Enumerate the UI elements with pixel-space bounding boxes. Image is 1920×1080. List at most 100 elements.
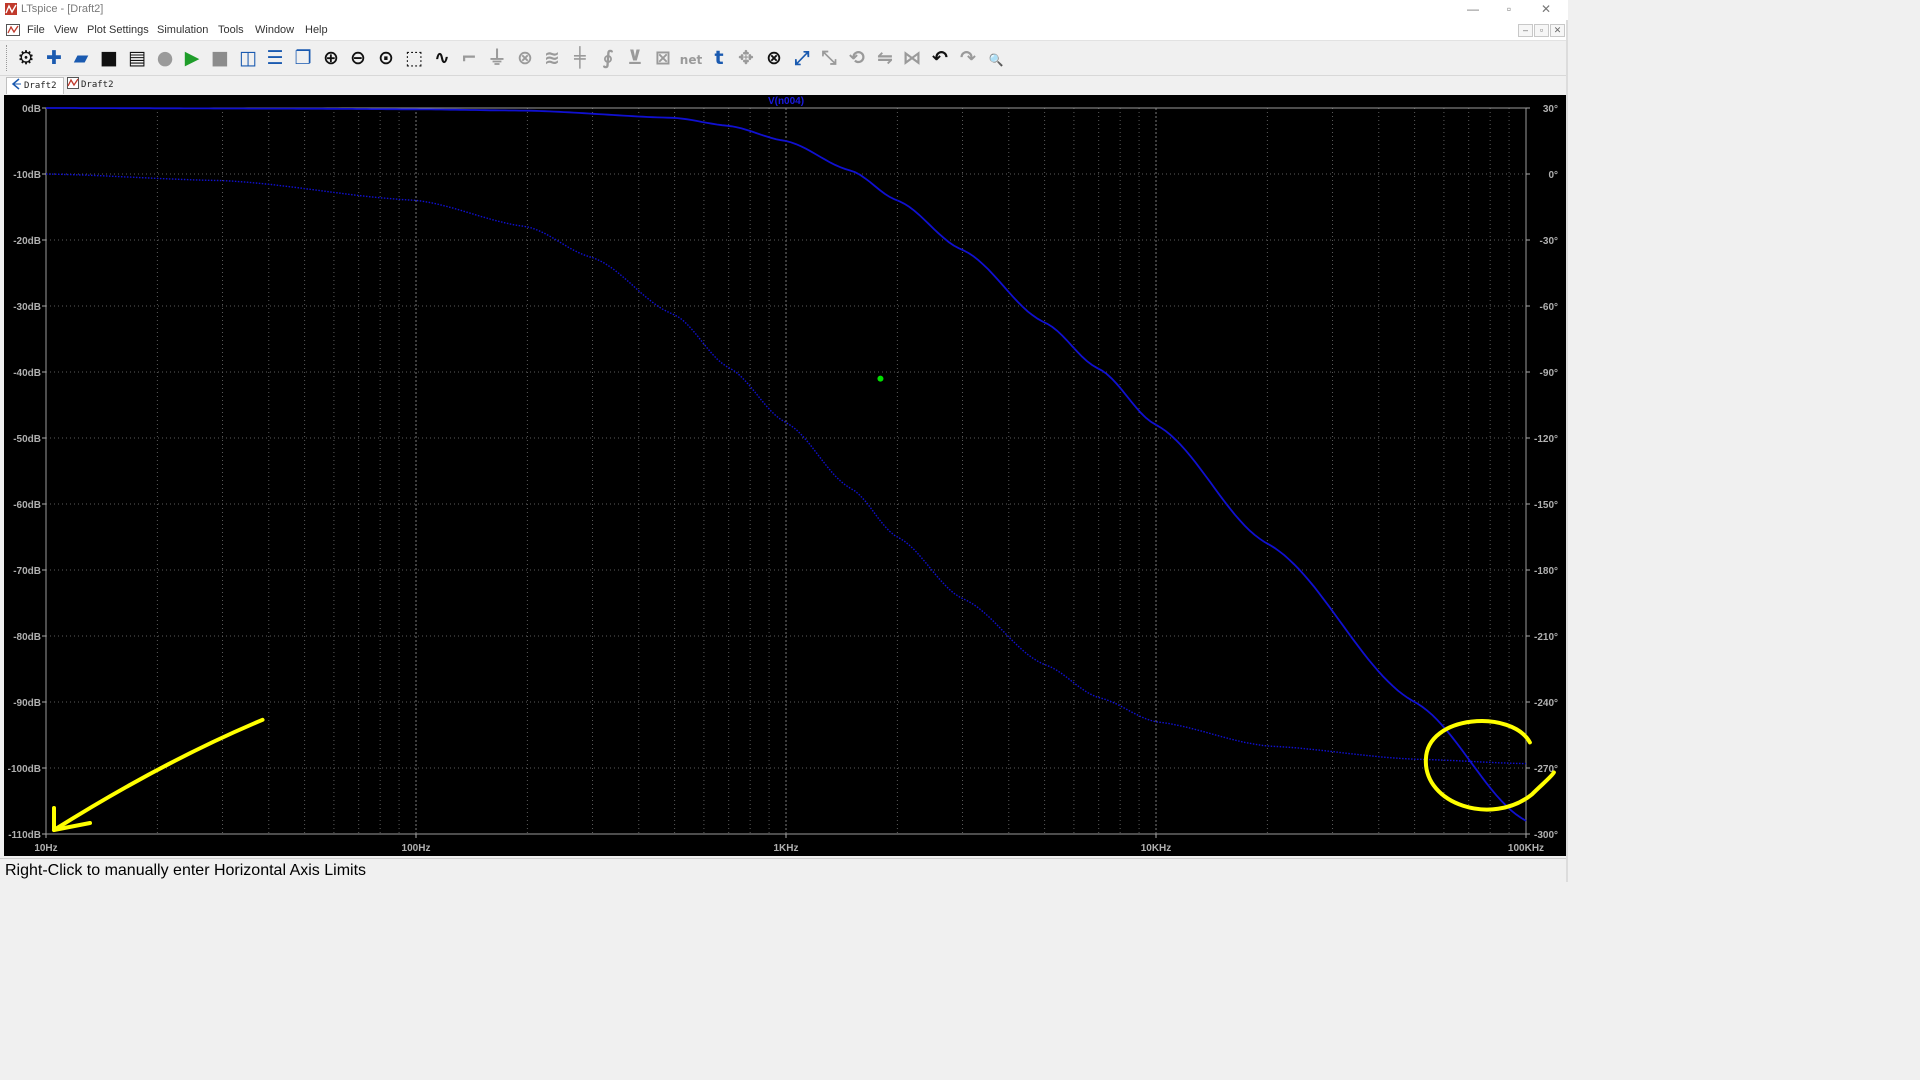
new-schematic-button[interactable]: ✚ <box>41 45 67 71</box>
waveform-button[interactable]: ∿ <box>429 45 455 71</box>
svg-text:🔍: 🔍 <box>988 52 1003 67</box>
net-label-button[interactable]: net <box>678 45 704 71</box>
mirror-button[interactable]: ⇋ <box>872 45 898 71</box>
rotate-button[interactable]: ⟲ <box>844 45 870 71</box>
svg-text:net: net <box>680 53 703 67</box>
inductor-icon: ∮ <box>602 47 613 69</box>
flip-button[interactable]: ⋈ <box>899 45 925 71</box>
svg-text:⚙: ⚙ <box>17 47 34 69</box>
y-tick-label: -90dB <box>13 698 41 709</box>
y-tick-label: -80dB <box>13 632 41 643</box>
find-icon: 🔍 <box>988 52 1003 67</box>
duplicate-button[interactable]: ⤢ <box>789 45 815 71</box>
move-button[interactable]: ✥ <box>733 45 759 71</box>
duplicate-icon: ⤢ <box>794 47 810 69</box>
text-button[interactable]: t <box>706 45 732 71</box>
halt-button[interactable]: ● <box>152 45 178 71</box>
y2-tick-label: -210° <box>1534 632 1558 643</box>
undo-button[interactable]: ↶ <box>927 45 953 71</box>
y-tick-label: -100dB <box>8 764 41 775</box>
tile-horizontal-button[interactable]: ☰ <box>262 45 288 71</box>
svg-text:↶: ↶ <box>932 47 948 69</box>
open-folder-button[interactable]: ▰ <box>68 45 94 71</box>
tab-waveform-draft2[interactable]: Draft2 <box>64 77 124 93</box>
y2-tick-label: 30° <box>1543 104 1558 115</box>
capacitor-button[interactable]: ╪ <box>567 45 593 71</box>
svg-text:■: ■ <box>211 47 229 69</box>
menu-plot-settings[interactable]: Plot Settings <box>87 24 149 36</box>
resistor-icon: ≋ <box>544 47 560 69</box>
menu-file[interactable]: File <box>27 24 45 36</box>
waveform-plot[interactable]: 0dB -10dB -20dB -30dB -40dB -50dB -60dB -70dB -8… <box>4 95 1566 856</box>
waveform-tab-icon <box>67 77 79 89</box>
toolbar-grip[interactable] <box>6 45 10 71</box>
mdi-close-button[interactable]: ✕ <box>1550 24 1565 37</box>
rotate-icon: ⟲ <box>849 47 865 69</box>
y-tick-label: -50dB <box>13 434 41 445</box>
x-tick-label: 10Hz <box>34 843 57 854</box>
close-button[interactable]: ✕ <box>1528 0 1564 20</box>
tile-horizontal-icon: ☰ <box>267 47 284 69</box>
status-message: Right-Click to manually enter Horizontal… <box>5 862 367 879</box>
component-box-button[interactable]: ⊠ <box>650 45 676 71</box>
ground-button[interactable]: ⏚ <box>484 45 510 71</box>
ltspice-app-icon <box>5 3 17 15</box>
window-border <box>1566 20 1568 882</box>
x-tick-label: 10KHz <box>1141 843 1172 854</box>
tab-schematic-draft2[interactable]: Draft2 <box>6 77 64 94</box>
menu-view[interactable]: View <box>54 24 78 36</box>
settings-gear-icon: ⚙ <box>17 47 34 69</box>
svg-text:⤡: ⤡ <box>822 47 837 69</box>
autorange-button[interactable]: ⬚ <box>401 45 427 71</box>
save-button[interactable]: ■ <box>96 45 122 71</box>
y2-tick-label: -90° <box>1540 368 1558 379</box>
resistor-button[interactable]: ≋ <box>539 45 565 71</box>
find-button[interactable]: 🔍 <box>983 45 1009 71</box>
svg-text:✚: ✚ <box>46 47 62 69</box>
svg-text:⊕: ⊕ <box>323 47 339 69</box>
halt-icon: ● <box>156 47 173 69</box>
menu-window[interactable]: Window <box>255 24 294 36</box>
svg-text:⊠: ⊠ <box>655 47 671 69</box>
inductor-button[interactable]: ∮ <box>595 45 621 71</box>
diode-button[interactable]: ⊻ <box>622 45 648 71</box>
redo-button[interactable]: ↷ <box>955 45 981 71</box>
svg-text:⬚: ⬚ <box>405 47 423 69</box>
mdi-restore-button[interactable]: ▫ <box>1534 24 1549 37</box>
print-button[interactable]: ▤ <box>124 45 150 71</box>
zoom-in-button[interactable]: ⊕ <box>318 45 344 71</box>
mdi-minimize-button[interactable]: – <box>1518 24 1533 37</box>
stop-button[interactable]: ■ <box>207 45 233 71</box>
menu-simulation[interactable]: Simulation <box>157 24 208 36</box>
bode-plot-svg[interactable]: 0dB -10dB -20dB -30dB -40dB -50dB -60dB -70dB -8… <box>4 95 1566 856</box>
component-button[interactable]: ⊗ <box>512 45 538 71</box>
minimize-button[interactable]: — <box>1455 0 1491 20</box>
svg-text:↷: ↷ <box>960 47 976 69</box>
settings-gear-button[interactable]: ⚙ <box>13 45 39 71</box>
save-icon: ■ <box>100 47 118 69</box>
y2-tick-label: -120° <box>1534 434 1558 445</box>
x-tick-label: 1KHz <box>773 843 798 854</box>
zoom-fit-button[interactable]: ⊙ <box>373 45 399 71</box>
svg-text:∿: ∿ <box>434 47 450 69</box>
cascade-button[interactable]: ❐ <box>290 45 316 71</box>
zoom-in-icon: ⊕ <box>323 47 339 69</box>
schematic-tab-icon <box>11 78 21 90</box>
tile-vertical-icon: ◫ <box>239 47 257 69</box>
drag-button[interactable]: ⤡ <box>816 45 842 71</box>
svg-text:⊗: ⊗ <box>766 47 782 69</box>
delete-button[interactable]: ⊗ <box>761 45 787 71</box>
tile-vertical-button[interactable]: ◫ <box>235 45 261 71</box>
wire-button[interactable]: ⌐ <box>456 45 482 71</box>
menu-tools[interactable]: Tools <box>218 24 244 36</box>
svg-text:▤: ▤ <box>128 47 146 69</box>
zoom-out-button[interactable]: ⊖ <box>345 45 371 71</box>
restore-button[interactable]: ▫ <box>1491 0 1527 20</box>
undo-icon: ↶ <box>932 47 948 69</box>
waveform-document-icon[interactable] <box>6 24 20 36</box>
mirror-icon: ⇋ <box>877 47 893 69</box>
y-tick-label: -110dB <box>8 830 41 841</box>
menu-help[interactable]: Help <box>305 24 328 36</box>
run-icon: ▶ <box>185 47 200 69</box>
run-button[interactable]: ▶ <box>179 45 205 71</box>
